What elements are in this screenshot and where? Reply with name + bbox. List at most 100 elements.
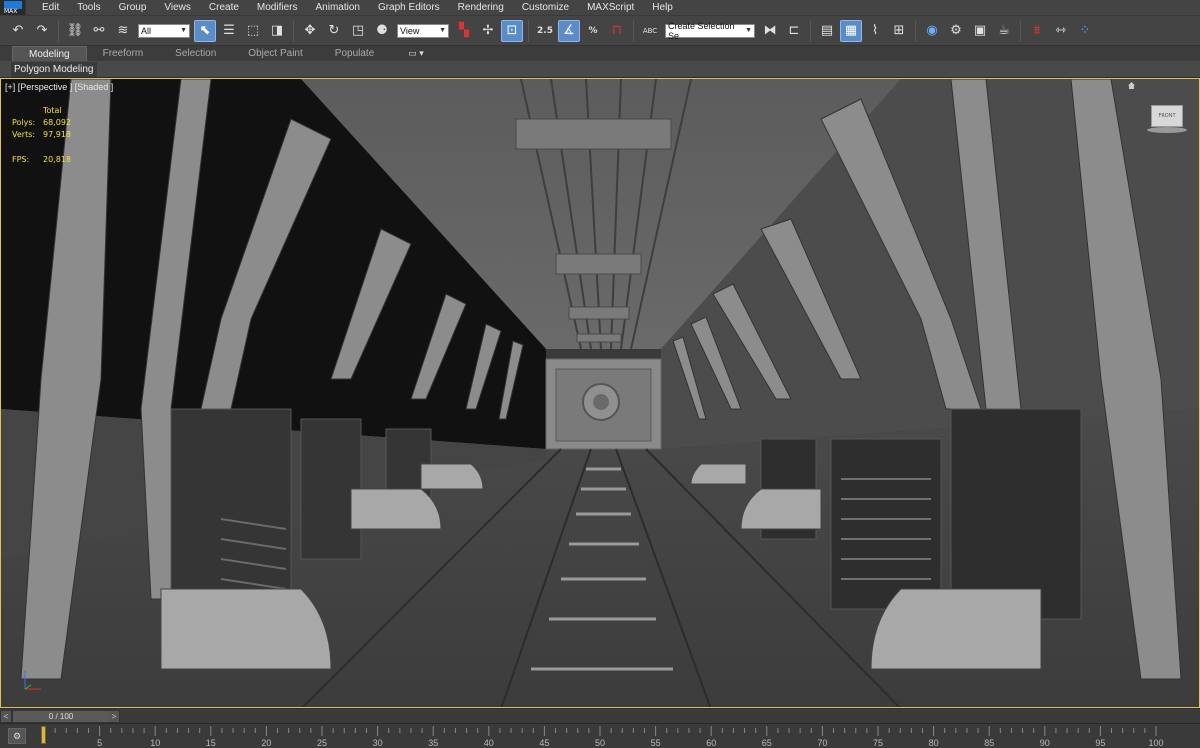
toggle-scene-explorer-icon[interactable]: ▤: [816, 20, 838, 42]
timeline-tick-label: 95: [1095, 738, 1105, 748]
measure-distance-icon[interactable]: ⇿: [1050, 20, 1072, 42]
axis-tripod-icon: [24, 671, 41, 690]
time-slider-prev-button[interactable]: <: [0, 709, 12, 723]
material-editor-icon[interactable]: ◉: [921, 20, 943, 42]
render-production-icon[interactable]: ☕: [993, 20, 1015, 42]
stats-fps-value: 20,818: [43, 155, 71, 164]
keyboard-shortcut-override-icon[interactable]: ⊡: [501, 19, 523, 42]
perspective-viewport[interactable]: [+] [Perspective ] [Shaded ] Total Polys…: [0, 78, 1200, 708]
toolbar-separator: [633, 19, 634, 42]
viewcube-front-face[interactable]: FRONT: [1151, 105, 1183, 127]
timeline-tick-label: 100: [1148, 738, 1163, 748]
select-and-rotate-icon[interactable]: ↻: [323, 20, 345, 42]
timeline-tick-label: 5: [97, 738, 102, 748]
select-and-scale-icon[interactable]: ◳: [347, 20, 369, 42]
edit-named-selection-label: ABC: [642, 26, 658, 35]
stats-spacer: [12, 141, 71, 154]
time-slider-bar[interactable]: [120, 709, 1200, 723]
time-slider-thumb[interactable]: 0 / 100: [13, 710, 109, 722]
schematic-view-icon[interactable]: ⊞: [888, 20, 910, 42]
select-by-name-icon[interactable]: ☰: [218, 20, 240, 42]
reference-coordinate-dropdown[interactable]: View ▼: [397, 23, 449, 38]
menu-group[interactable]: Group: [110, 0, 156, 15]
menu-bar: MAX Edit Tools Group Views Create Modifi…: [0, 0, 1200, 15]
menu-views[interactable]: Views: [155, 0, 200, 15]
percent-snap-icon[interactable]: %: [582, 20, 604, 42]
unlink-icon[interactable]: ⚯: [88, 20, 110, 42]
tab-populate[interactable]: Populate: [319, 46, 390, 61]
timeline-tick-label: 60: [706, 738, 716, 748]
undo-icon[interactable]: ↶: [7, 20, 29, 42]
timeline-tick-label: 80: [929, 738, 939, 748]
viewcube[interactable]: FRONT: [1147, 105, 1187, 137]
angle-snap-icon[interactable]: ∡: [558, 19, 580, 42]
mirror-icon[interactable]: ⧓: [759, 20, 781, 42]
snaps-toggle-icon[interactable]: 2.5: [534, 20, 556, 42]
timeline-tick-label: 70: [817, 738, 827, 748]
timeline-tick-label: 55: [651, 738, 661, 748]
menu-help[interactable]: Help: [643, 0, 682, 15]
menu-tools[interactable]: Tools: [68, 0, 109, 15]
menu-maxscript[interactable]: MAXScript: [578, 0, 643, 15]
menu-animation[interactable]: Animation: [306, 0, 368, 15]
tab-object-paint[interactable]: Object Paint: [232, 46, 318, 61]
stats-total-header: Total: [43, 106, 62, 115]
time-slider-track[interactable]: 0 / 100: [12, 709, 109, 723]
redo-icon[interactable]: ↷: [31, 20, 53, 42]
curve-editor-icon[interactable]: ⌇: [864, 20, 886, 42]
tab-modeling[interactable]: Modeling: [12, 45, 87, 62]
toolbar-separator: [293, 19, 294, 42]
menu-graph-editors[interactable]: Graph Editors: [369, 0, 449, 15]
container-icon[interactable]: ⁘: [1074, 20, 1096, 42]
timeline-tick-label: 50: [595, 738, 605, 748]
viewport-label-menu[interactable]: [+] [Perspective ] [Shaded ]: [5, 82, 113, 92]
civil-view-icon[interactable]: ⩩: [1026, 20, 1048, 42]
viewcube-compass[interactable]: [1147, 127, 1187, 133]
selection-filter-dropdown[interactable]: All ▼: [138, 23, 190, 38]
rendered-frame-window-icon[interactable]: ▣: [969, 20, 991, 42]
timeline-ruler[interactable]: 5 10 15 20 25 30 35 40 45 50 55 60 65 70 75 80 85 90 95 100: [40, 724, 1200, 748]
tab-selection[interactable]: Selection: [159, 46, 232, 61]
select-and-place-icon[interactable]: ⚈: [371, 20, 393, 42]
stats-verts-value: 97,918: [43, 130, 71, 139]
edit-named-selection-icon[interactable]: ABC: [639, 20, 661, 42]
timeline-tick-label: 15: [206, 738, 216, 748]
menu-customize[interactable]: Customize: [513, 0, 578, 15]
window-crossing-icon[interactable]: ◨: [266, 20, 288, 42]
align-icon[interactable]: ⊏: [783, 20, 805, 42]
ribbon-panel: Polygon Modeling: [0, 61, 1200, 78]
select-object-icon[interactable]: ⬉: [194, 19, 216, 42]
timeline-tick-label: 85: [984, 738, 994, 748]
spinner-snap-icon[interactable]: ⊓: [606, 20, 628, 42]
menu-modifiers[interactable]: Modifiers: [248, 0, 307, 15]
select-and-link-icon[interactable]: ⛓: [64, 20, 86, 42]
ribbon-minimize-icon[interactable]: ▭ ▾: [408, 48, 424, 59]
timeline-tick-label: 65: [762, 738, 772, 748]
app-logo-button[interactable]: MAX: [0, 0, 26, 15]
render-setup-icon[interactable]: ⚙: [945, 20, 967, 42]
menu-create[interactable]: Create: [200, 0, 248, 15]
percent-snap-label: %: [588, 25, 598, 36]
stats-polys-value: 68,092: [43, 118, 71, 127]
select-and-manipulate-icon[interactable]: ✢: [477, 20, 499, 42]
time-slider-next-button[interactable]: >: [108, 709, 120, 723]
timeline-tick-label: 40: [484, 738, 494, 748]
chevron-down-icon: ▼: [180, 27, 187, 34]
rectangular-selection-icon[interactable]: ⬚: [242, 20, 264, 42]
toolbar-separator: [58, 19, 59, 42]
menu-edit[interactable]: Edit: [26, 0, 68, 15]
main-toolbar: ↶ ↷ ⛓ ⚯ ≋ All ▼ ⬉ ☰ ⬚ ◨ ✥ ↻ ◳ ⚈ View ▼ ▚ ✢…: [0, 15, 1200, 46]
current-frame-marker[interactable]: [41, 726, 46, 744]
menu-rendering[interactable]: Rendering: [449, 0, 513, 15]
select-and-move-icon[interactable]: ✥: [299, 20, 321, 42]
timeline-tick-label: 90: [1040, 738, 1050, 748]
polygon-modeling-panel-button[interactable]: Polygon Modeling: [11, 62, 97, 77]
bind-to-space-warp-icon[interactable]: ≋: [112, 20, 134, 42]
stats-verts-row: Verts: 97,918: [12, 129, 71, 141]
track-bar-config-icon[interactable]: ⚙: [8, 728, 26, 744]
use-pivot-center-icon[interactable]: ▚: [453, 20, 475, 42]
timeline-tick-label: 75: [873, 738, 883, 748]
toggle-layer-explorer-icon[interactable]: ▦: [840, 19, 862, 42]
tab-freeform[interactable]: Freeform: [87, 46, 160, 61]
named-selection-dropdown[interactable]: Create Selection Se ▼: [665, 21, 755, 41]
